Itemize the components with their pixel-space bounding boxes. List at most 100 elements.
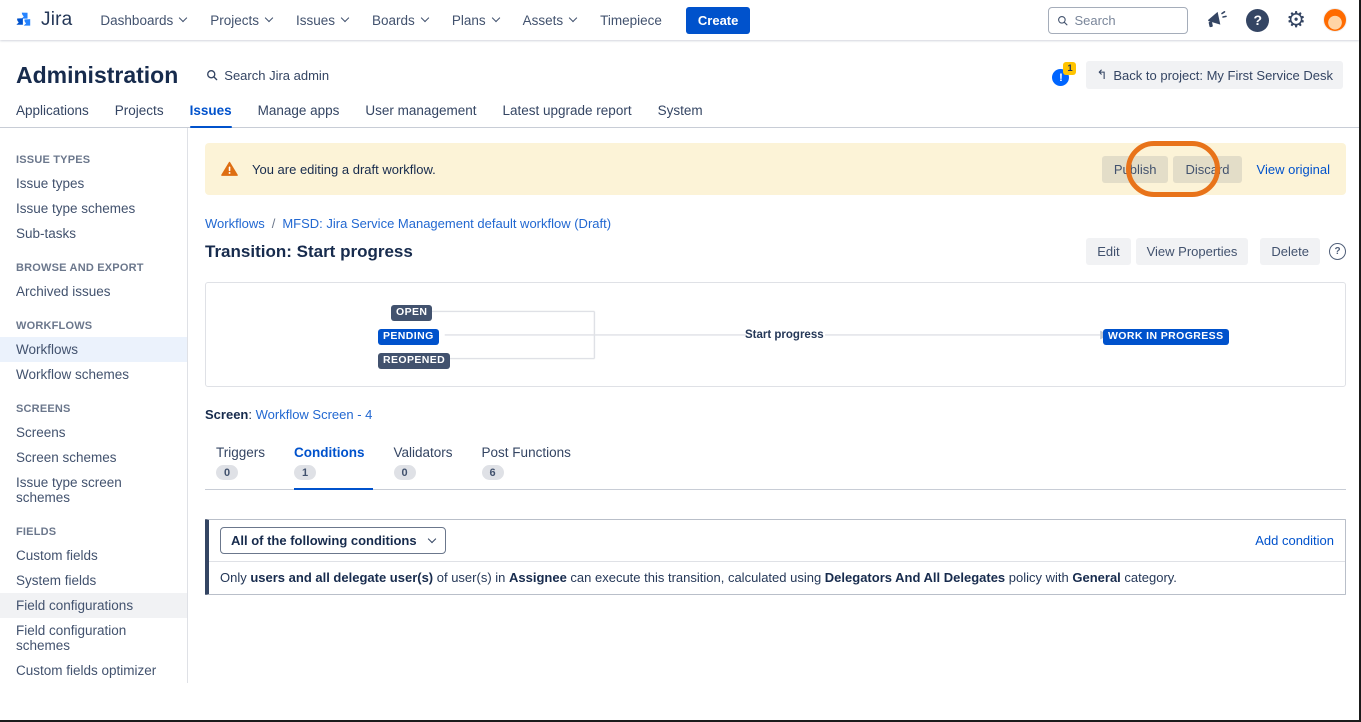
sidebar-item-field-configuration-schemes[interactable]: Field configuration schemes xyxy=(0,618,187,658)
edit-button[interactable]: Edit xyxy=(1086,238,1130,265)
sidebar-item-issue-type-schemes[interactable]: Issue type schemes xyxy=(0,196,187,221)
chevron-down-icon xyxy=(421,14,429,22)
tab-label: Post Functions xyxy=(482,445,571,460)
sidebar-item-custom-fields[interactable]: Custom fields xyxy=(0,543,187,568)
help-icon[interactable]: ? xyxy=(1246,9,1269,32)
admin-tab-issues[interactable]: Issues xyxy=(190,103,232,127)
tab-count-badge: 1 xyxy=(294,465,316,480)
admin-tab-applications[interactable]: Applications xyxy=(16,103,89,127)
condition-group-dropdown[interactable]: All of the following conditions xyxy=(220,527,446,554)
status-badge-reopened[interactable]: REOPENED xyxy=(378,353,450,369)
nav-item-assets[interactable]: Assets xyxy=(523,13,577,28)
admin-tab-user-management[interactable]: User management xyxy=(365,103,476,127)
nav-item-label: Dashboards xyxy=(100,13,173,28)
notification-icon[interactable]: ! 1 xyxy=(1052,64,1074,86)
status-badge-work-in-progress[interactable]: WORK IN PROGRESS xyxy=(1103,329,1229,345)
search-icon xyxy=(206,69,218,81)
sidebar-item-workflows[interactable]: Workflows xyxy=(0,337,187,362)
nav-item-projects[interactable]: Projects xyxy=(210,13,272,28)
help-question-icon[interactable]: ? xyxy=(1329,243,1346,260)
status-badge-pending[interactable]: PENDING xyxy=(378,329,439,345)
jira-logo[interactable]: Jira xyxy=(14,9,72,31)
tab-label: Validators xyxy=(394,445,453,460)
megaphone-icon[interactable] xyxy=(1205,9,1229,31)
workflow-diagram: OPEN PENDING REOPENED Start progress WOR… xyxy=(205,282,1346,387)
sidebar-item-sub-tasks[interactable]: Sub-tasks xyxy=(0,221,187,246)
nav-item-label: Issues xyxy=(296,13,335,28)
status-badge-open[interactable]: OPEN xyxy=(391,305,432,321)
publish-button[interactable]: Publish xyxy=(1102,156,1169,183)
sidebar-item-field-configurations[interactable]: Field configurations xyxy=(0,593,187,618)
nav-item-plans[interactable]: Plans xyxy=(452,13,499,28)
search-icon xyxy=(1057,14,1068,27)
top-navigation-bar: Jira Dashboards Projects Issues Boards Plans… xyxy=(0,0,1359,40)
global-search-input[interactable] xyxy=(1074,13,1179,28)
avatar[interactable] xyxy=(1323,8,1347,32)
admin-tab-projects[interactable]: Projects xyxy=(115,103,164,127)
transition-tab-bar: Triggers0 Conditions 1 Validators 0 Post Func… xyxy=(205,445,1346,490)
nav-item-label: Assets xyxy=(523,13,564,28)
admin-tab-latest-upgrade-report[interactable]: Latest upgrade report xyxy=(502,103,631,127)
chevron-down-icon xyxy=(265,14,273,22)
sidebar-section-screens: SCREENS xyxy=(0,387,187,420)
sidebar-section-fields: FIELDS xyxy=(0,510,187,543)
sidebar-item-archived-issues[interactable]: Archived issues xyxy=(0,279,187,304)
jira-logo-text: Jira xyxy=(41,9,72,31)
nav-item-label: Timepiece xyxy=(600,13,662,28)
view-properties-button[interactable]: View Properties xyxy=(1136,238,1249,265)
view-original-link[interactable]: View original xyxy=(1257,162,1330,177)
breadcrumb: Workflows / MFSD: Jira Service Managemen… xyxy=(205,216,1346,231)
sidebar-item-screens[interactable]: Screens xyxy=(0,420,187,445)
transition-label: Start progress xyxy=(745,329,824,341)
tab-post-functions[interactable]: Post Functions6 xyxy=(482,445,571,489)
admin-header: Administration Search Jira admin ! 1 ↰ B… xyxy=(0,40,1359,103)
back-to-project-button[interactable]: ↰ Back to project: My First Service Desk xyxy=(1086,61,1343,89)
sidebar-item-workflow-schemes[interactable]: Workflow schemes xyxy=(0,362,187,387)
jira-logo-icon xyxy=(14,9,36,31)
nav-item-dashboards[interactable]: Dashboards xyxy=(100,13,186,28)
sidebar-item-issue-types[interactable]: Issue types xyxy=(0,171,187,196)
nav-item-boards[interactable]: Boards xyxy=(372,13,428,28)
draft-warning-message: You are editing a draft workflow. xyxy=(252,162,436,177)
admin-search[interactable]: Search Jira admin xyxy=(206,68,329,83)
admin-tab-system[interactable]: System xyxy=(658,103,703,127)
sidebar-item-system-fields[interactable]: System fields xyxy=(0,568,187,593)
admin-tab-manage-apps[interactable]: Manage apps xyxy=(258,103,340,127)
screen-row: Screen: Workflow Screen - 4 xyxy=(205,407,1346,422)
conditions-panel: All of the following conditions Add cond… xyxy=(205,519,1346,595)
tab-triggers[interactable]: Triggers0 xyxy=(216,445,265,489)
breadcrumb-workflows-link[interactable]: Workflows xyxy=(205,216,265,231)
chevron-down-icon xyxy=(569,14,577,22)
page-title: Administration xyxy=(16,62,178,89)
tab-count-badge: 0 xyxy=(394,465,416,480)
tab-label: Conditions xyxy=(294,445,365,460)
main-nav: Dashboards Projects Issues Boards Plans Asset… xyxy=(100,13,661,28)
delete-button[interactable]: Delete xyxy=(1260,238,1320,265)
chevron-down-icon xyxy=(491,14,499,22)
admin-header-right: ! 1 ↰ Back to project: My First Service … xyxy=(1052,61,1343,89)
global-search[interactable] xyxy=(1048,7,1188,34)
add-condition-link[interactable]: Add condition xyxy=(1255,533,1334,548)
notification-badge: 1 xyxy=(1063,62,1076,75)
return-arrow-icon: ↰ xyxy=(1096,67,1107,83)
tab-conditions[interactable]: Conditions 1 xyxy=(294,445,365,489)
tab-validators[interactable]: Validators 0 xyxy=(394,445,453,489)
nav-item-label: Plans xyxy=(452,13,486,28)
workflow-screen-link[interactable]: Workflow Screen - 4 xyxy=(256,407,373,422)
create-button[interactable]: Create xyxy=(686,7,750,34)
sidebar-item-issue-type-screen-schemes[interactable]: Issue type screen schemes xyxy=(0,470,187,510)
admin-tab-bar: Applications Projects Issues Manage apps Use… xyxy=(0,103,1359,128)
chevron-down-icon xyxy=(179,14,187,22)
breadcrumb-workflow-link[interactable]: MFSD: Jira Service Management default wo… xyxy=(282,216,611,231)
nav-item-timepiece[interactable]: Timepiece xyxy=(600,13,662,28)
sidebar-section-issue-types: ISSUE TYPES xyxy=(0,138,187,171)
sidebar-section-workflows: WORKFLOWS xyxy=(0,304,187,337)
sidebar-item-screen-schemes[interactable]: Screen schemes xyxy=(0,445,187,470)
gear-icon[interactable]: ⚙ xyxy=(1286,9,1306,31)
nav-item-issues[interactable]: Issues xyxy=(296,13,348,28)
tab-label: Triggers xyxy=(216,445,265,460)
transition-title-row: Transition: Start progress EditView Prop… xyxy=(205,238,1346,265)
chevron-down-icon xyxy=(341,14,349,22)
sidebar-item-custom-fields-optimizer[interactable]: Custom fields optimizer xyxy=(0,658,187,683)
discard-button[interactable]: Discard xyxy=(1173,156,1241,183)
